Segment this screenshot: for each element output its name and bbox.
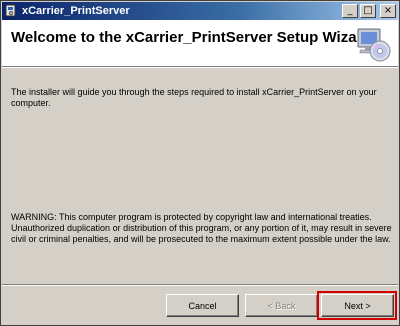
copyright-warning: WARNING: This computer program is protec… (11, 212, 392, 244)
intro-text: The installer will guide you through the… (11, 87, 377, 108)
footer-divider-highlight (2, 285, 398, 286)
close-icon: × (383, 5, 393, 16)
title-bar[interactable]: xCarrier_PrintServer _ □ × (2, 2, 398, 20)
minimize-button[interactable]: _ (342, 4, 358, 18)
window-controls: _ □ × (342, 4, 396, 18)
close-button[interactable]: × (380, 4, 396, 18)
banner-divider (2, 67, 398, 68)
computer-cd-icon (352, 25, 392, 63)
cancel-button[interactable]: Cancel (166, 294, 239, 317)
maximize-button[interactable]: □ (360, 4, 376, 18)
next-button[interactable]: Next > (321, 294, 394, 317)
setup-wizard-window: xCarrier_PrintServer _ □ × Welcome to th… (0, 0, 400, 326)
page-title: Welcome to the xCarrier_PrintServer Setu… (11, 29, 372, 46)
wizard-banner: Welcome to the xCarrier_PrintServer Setu… (2, 20, 398, 67)
maximize-icon: □ (363, 5, 373, 16)
minimize-icon: _ (347, 5, 353, 16)
installer-app-icon (4, 4, 18, 18)
window-title: xCarrier_PrintServer (22, 5, 130, 17)
back-button[interactable]: < Back (245, 294, 318, 317)
